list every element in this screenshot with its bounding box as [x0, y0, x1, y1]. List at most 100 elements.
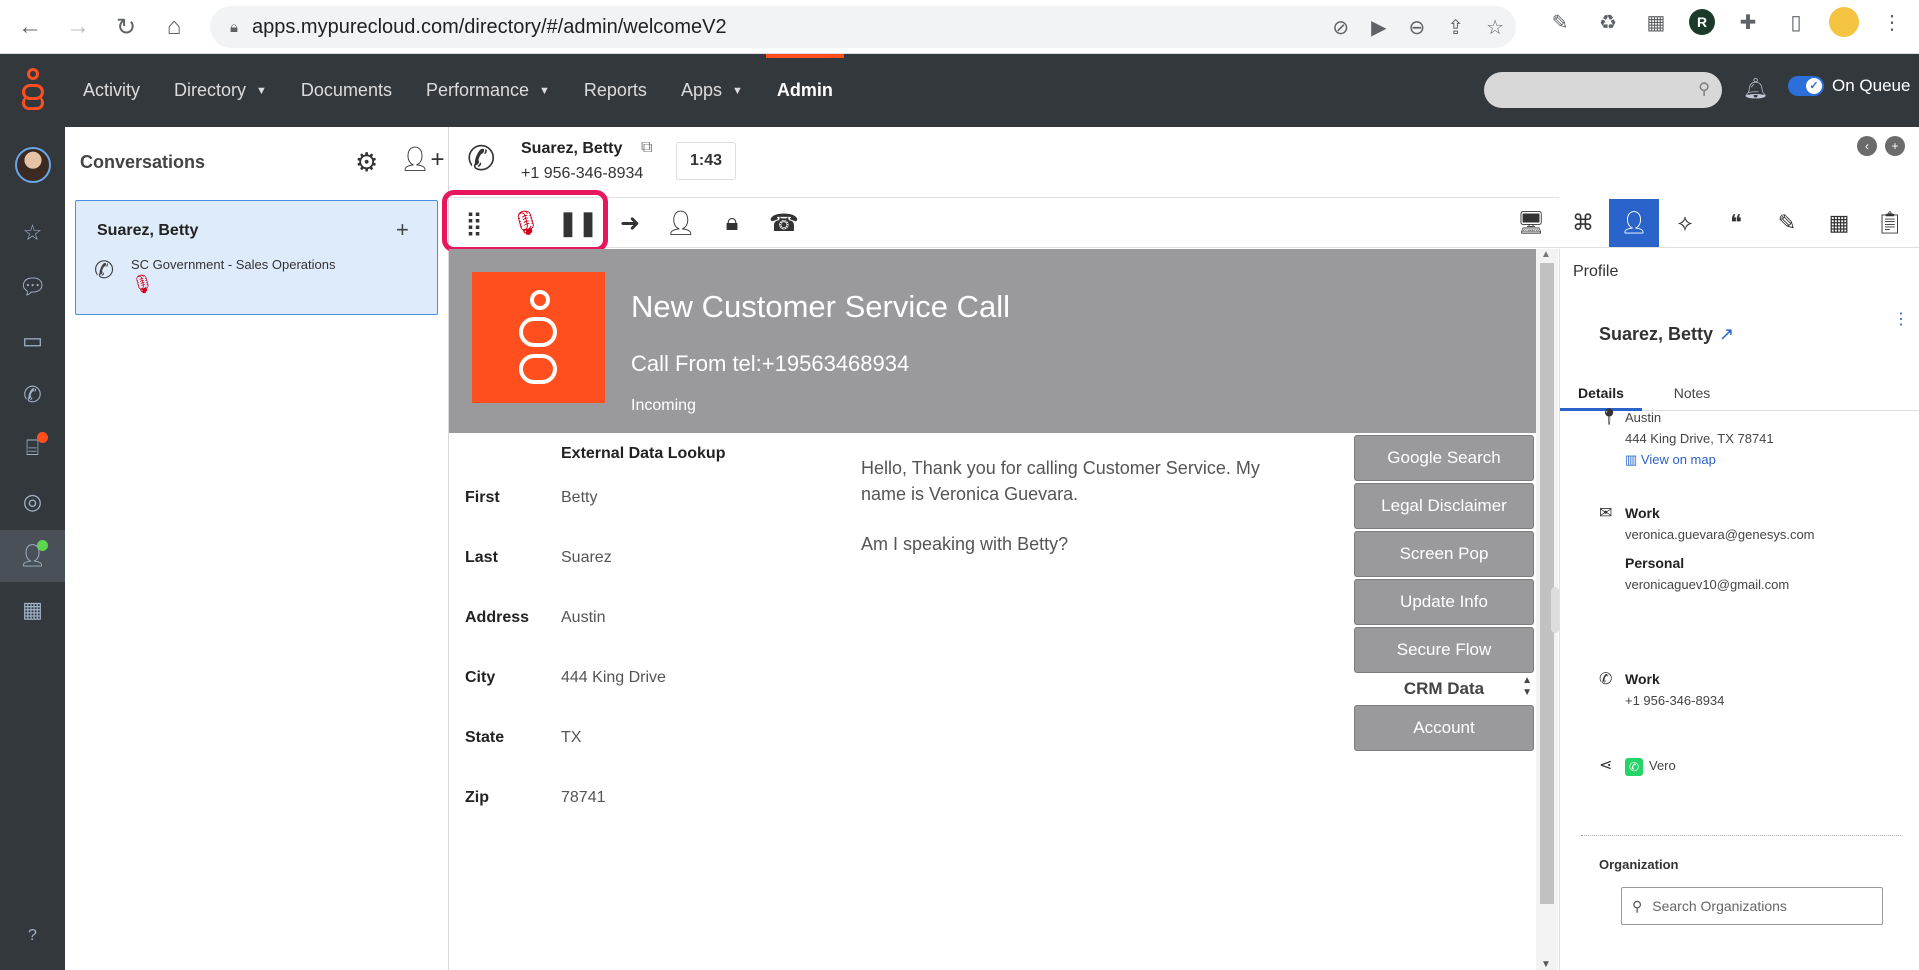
scroll-thumb[interactable] — [1540, 263, 1554, 904]
call-header: ✆ Suarez, Betty ⧉ +1 956-346-8934 1:43 — [449, 127, 1559, 198]
phone-icon[interactable]: ✆ — [0, 369, 65, 421]
collapse-left-icon[interactable]: ‹ — [1857, 136, 1877, 156]
recycle-extension-icon[interactable]: ♻ — [1593, 7, 1623, 37]
video-camera-icon[interactable]: ▭ — [0, 315, 65, 367]
grid-extension-icon[interactable]: ▦ — [1641, 7, 1671, 37]
account-button[interactable]: Account — [1354, 705, 1534, 751]
view-on-map-link[interactable]: ▥ View on map — [1625, 449, 1774, 470]
camera-blocked-icon[interactable]: ⊘ — [1332, 15, 1349, 40]
social-handle[interactable]: Vero — [1649, 758, 1676, 773]
on-queue-label: On Queue — [1832, 76, 1911, 95]
add-participant-icon[interactable]: 👤︎ — [663, 206, 699, 240]
schedule-calendar-icon[interactable]: ▦ — [1814, 199, 1864, 247]
sidepanel-icon[interactable]: ▯ — [1781, 7, 1811, 37]
secure-flow-button[interactable]: Secure Flow — [1354, 627, 1534, 673]
pen-extension-icon[interactable]: ✎ — [1545, 7, 1575, 37]
status-badge — [37, 540, 48, 551]
nav-admin[interactable]: Admin — [760, 54, 850, 127]
profile-menu-kebab-icon[interactable]: ⋮ — [1893, 309, 1909, 329]
address-bar[interactable]: 🔒︎ apps.mypurecloud.com/directory/#/admi… — [210, 6, 1516, 48]
nav-apps[interactable]: Apps ▼ — [664, 54, 760, 127]
conversations-panel: Conversations ⚙ 👤︎+ Suarez, Betty + ✆ SC… — [65, 127, 449, 970]
back-arrow-icon[interactable]: ← — [10, 7, 50, 47]
legal-disclaimer-button[interactable]: Legal Disclaimer — [1354, 483, 1534, 529]
on-queue-toggle[interactable]: On Queue — [1788, 76, 1910, 96]
zoom-icon[interactable]: ⊖ — [1409, 15, 1426, 40]
apps-grid-icon[interactable]: ▦ — [0, 584, 65, 636]
add-user-icon[interactable]: 👤︎+ — [400, 145, 444, 174]
external-link-icon[interactable]: ↗ — [1719, 324, 1734, 344]
bookmark-star-icon[interactable]: ☆ — [1486, 15, 1504, 40]
r-extension-icon[interactable]: R — [1689, 9, 1715, 35]
nav-label: Admin — [776, 80, 833, 100]
genesys-logo[interactable] — [18, 68, 48, 112]
script-content: New Customer Service Call Call From tel:… — [449, 249, 1536, 970]
profile-name: Suarez, Betty ↗ — [1599, 324, 1734, 345]
phone-icon: ✆ — [467, 140, 496, 178]
search-organizations-input[interactable]: ⚲ Search Organizations — [1621, 887, 1883, 925]
agent-status-icon[interactable]: 👤︎ — [0, 530, 65, 582]
scroll-down-icon[interactable]: ▼ — [1541, 959, 1551, 970]
transfer-arrow-icon[interactable]: ➜ — [612, 206, 648, 240]
favorites-star-icon[interactable]: ☆ — [0, 207, 65, 259]
update-info-button[interactable]: Update Info — [1354, 579, 1534, 625]
user-avatar[interactable] — [0, 139, 65, 191]
menu-kebab-icon[interactable]: ⋮ — [1877, 7, 1907, 37]
reload-icon[interactable]: ↻ — [106, 7, 146, 47]
personal-email[interactable]: veronicaguev10@gmail.com — [1625, 574, 1815, 595]
disconnect-icon[interactable]: ☎ — [766, 206, 802, 240]
video-icon[interactable]: ▶ — [1371, 15, 1386, 40]
work-email-label: Work — [1625, 505, 1660, 521]
url-text[interactable]: apps.mypurecloud.com/directory/#/admin/w… — [252, 16, 727, 39]
screen-pop-button[interactable]: Screen Pop — [1354, 531, 1534, 577]
work-email[interactable]: veronica.guevara@genesys.com — [1625, 524, 1815, 545]
nav-directory[interactable]: Directory ▼ — [157, 54, 284, 127]
google-search-button[interactable]: Google Search — [1354, 435, 1534, 481]
email-envelope-icon: ✉ — [1599, 505, 1613, 522]
inbox-badge — [37, 432, 48, 443]
global-search-input[interactable]: ⚲ — [1484, 72, 1722, 108]
forward-arrow-icon[interactable]: → — [58, 7, 98, 47]
profile-icon[interactable]: 👤︎ — [1609, 199, 1659, 247]
target-icon[interactable]: ◎ — [0, 476, 65, 528]
notifications-bell-icon[interactable]: 🔔︎ — [1743, 76, 1768, 101]
agent-assist-icon[interactable]: ⌘ — [1558, 199, 1608, 247]
edit-notes-icon[interactable]: ✎ — [1762, 199, 1812, 247]
scroll-up-icon[interactable]: ▲ — [1541, 249, 1551, 260]
whatsapp-icon: ✆ — [1625, 757, 1643, 776]
nav-documents[interactable]: Documents — [284, 54, 409, 127]
plus-icon[interactable]: + — [396, 217, 409, 243]
caret-down-icon: ▼ — [539, 84, 550, 97]
work-phone[interactable]: +1 956-346-8934 — [1625, 690, 1724, 711]
avatar-image — [14, 147, 51, 183]
profile-avatar[interactable] — [1829, 7, 1859, 37]
panel-resize-handle[interactable] — [1551, 587, 1559, 633]
nav-activity[interactable]: Activity — [66, 54, 157, 127]
genesys-logo — [472, 272, 605, 403]
field-label: Last — [465, 549, 498, 566]
secure-pause-lock-icon[interactable]: 🔒︎ — [714, 206, 750, 240]
inbox-icon[interactable]: ⌸ — [0, 422, 65, 474]
conversations-title: Conversations — [80, 152, 206, 172]
gear-icon[interactable]: ⚙ — [355, 147, 378, 178]
conversation-card[interactable]: Suarez, Betty + ✆ SC Government - Sales … — [75, 200, 438, 315]
puzzle-extensions-icon[interactable]: ✚ — [1733, 7, 1763, 37]
help-icon[interactable]: ? — [0, 910, 65, 962]
field-value: Betty — [561, 489, 598, 506]
expand-icon[interactable]: + — [1885, 136, 1905, 156]
field-value: 444 King Drive — [561, 669, 666, 686]
toggle-switch[interactable] — [1788, 76, 1824, 96]
share-icon[interactable]: ⇪ — [1447, 15, 1464, 40]
script-banner: New Customer Service Call Call From tel:… — [449, 249, 1536, 433]
screen-share-icon[interactable]: 🖥︎ — [1506, 199, 1556, 247]
chat-bubble-icon[interactable]: 💬︎ — [0, 261, 65, 313]
quote-icon[interactable]: ❝ — [1711, 199, 1761, 247]
wrapup-clipboard-icon[interactable]: 📋︎ — [1865, 199, 1915, 247]
nav-performance[interactable]: Performance ▼ — [409, 54, 567, 127]
nav-reports[interactable]: Reports — [567, 54, 664, 127]
copy-icon[interactable]: ⧉ — [641, 139, 652, 157]
home-icon[interactable]: ⌂ — [154, 7, 194, 47]
stepper-arrows-icon[interactable]: ▲ ▼ — [1522, 675, 1532, 699]
journey-icon[interactable]: ⟡ — [1660, 199, 1710, 247]
crm-data-stepper[interactable]: CRM Data ▲ ▼ — [1354, 675, 1534, 703]
